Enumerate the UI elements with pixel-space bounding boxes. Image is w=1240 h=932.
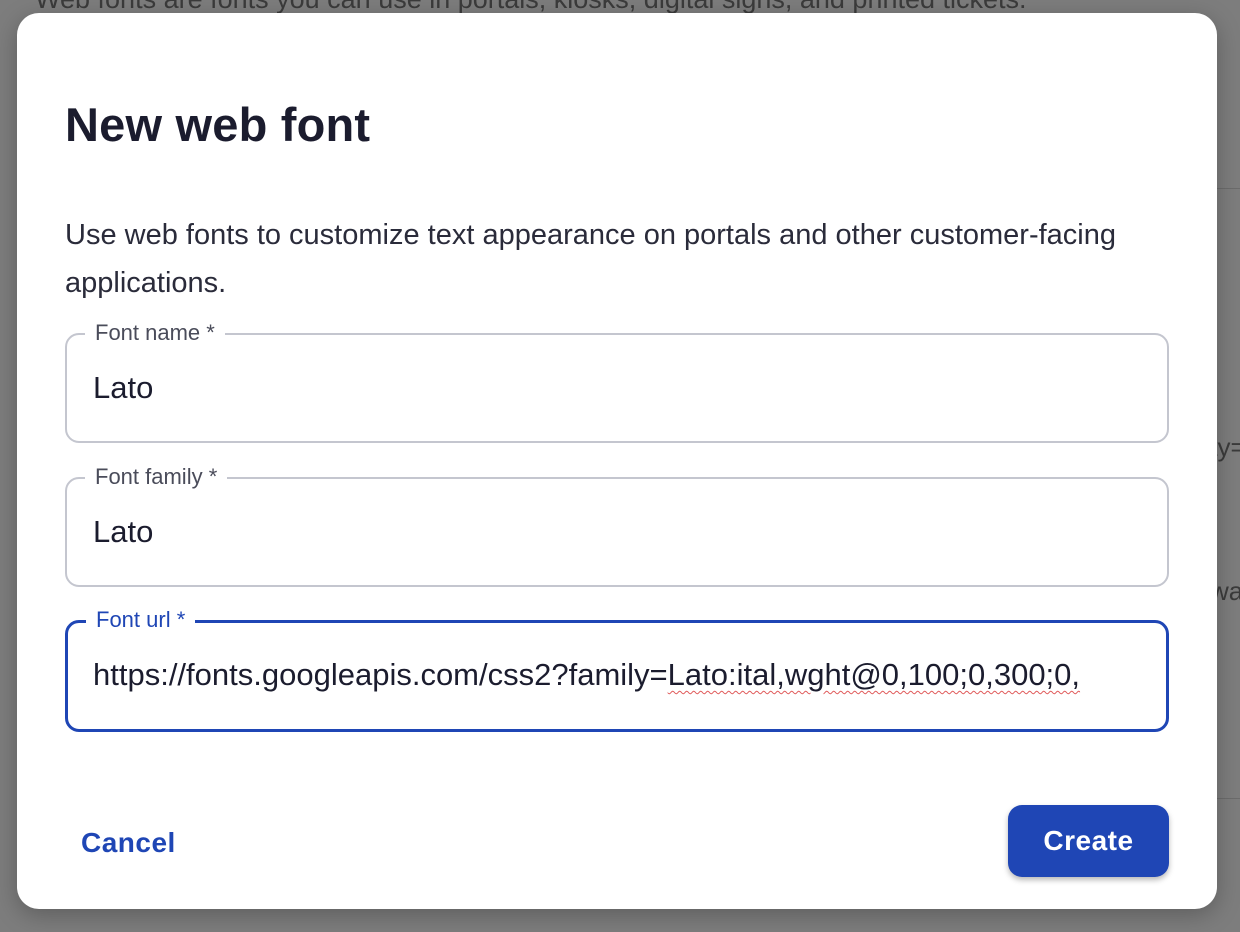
dialog-description: Use web fonts to customize text appearan… xyxy=(65,219,1117,299)
new-web-font-dialog: New web font Use web fonts to customize … xyxy=(17,13,1217,909)
font-family-field[interactable]: Font family * xyxy=(65,463,1169,587)
create-button[interactable]: Create xyxy=(1008,805,1169,877)
font-url-value-prefix: https://fonts.googleapis.com/css2?family… xyxy=(93,657,668,692)
font-name-field[interactable]: Font name * xyxy=(65,319,1169,443)
font-url-field[interactable]: Font url * https://fonts.googleapis.com/… xyxy=(65,606,1169,732)
font-name-label: Font name * xyxy=(85,319,225,347)
font-url-input[interactable]: https://fonts.googleapis.com/css2?family… xyxy=(93,654,1146,696)
font-url-value-spellcheck-flagged: Lato:ital,wght@0,100;0,300;0, xyxy=(667,657,1081,692)
dialog-title: New web font xyxy=(65,98,371,151)
font-name-input[interactable] xyxy=(93,367,1147,409)
font-family-label: Font family * xyxy=(85,463,228,491)
font-url-label: Font url * xyxy=(86,606,196,634)
cancel-button[interactable]: Cancel xyxy=(65,813,192,873)
font-family-input[interactable] xyxy=(93,511,1147,553)
